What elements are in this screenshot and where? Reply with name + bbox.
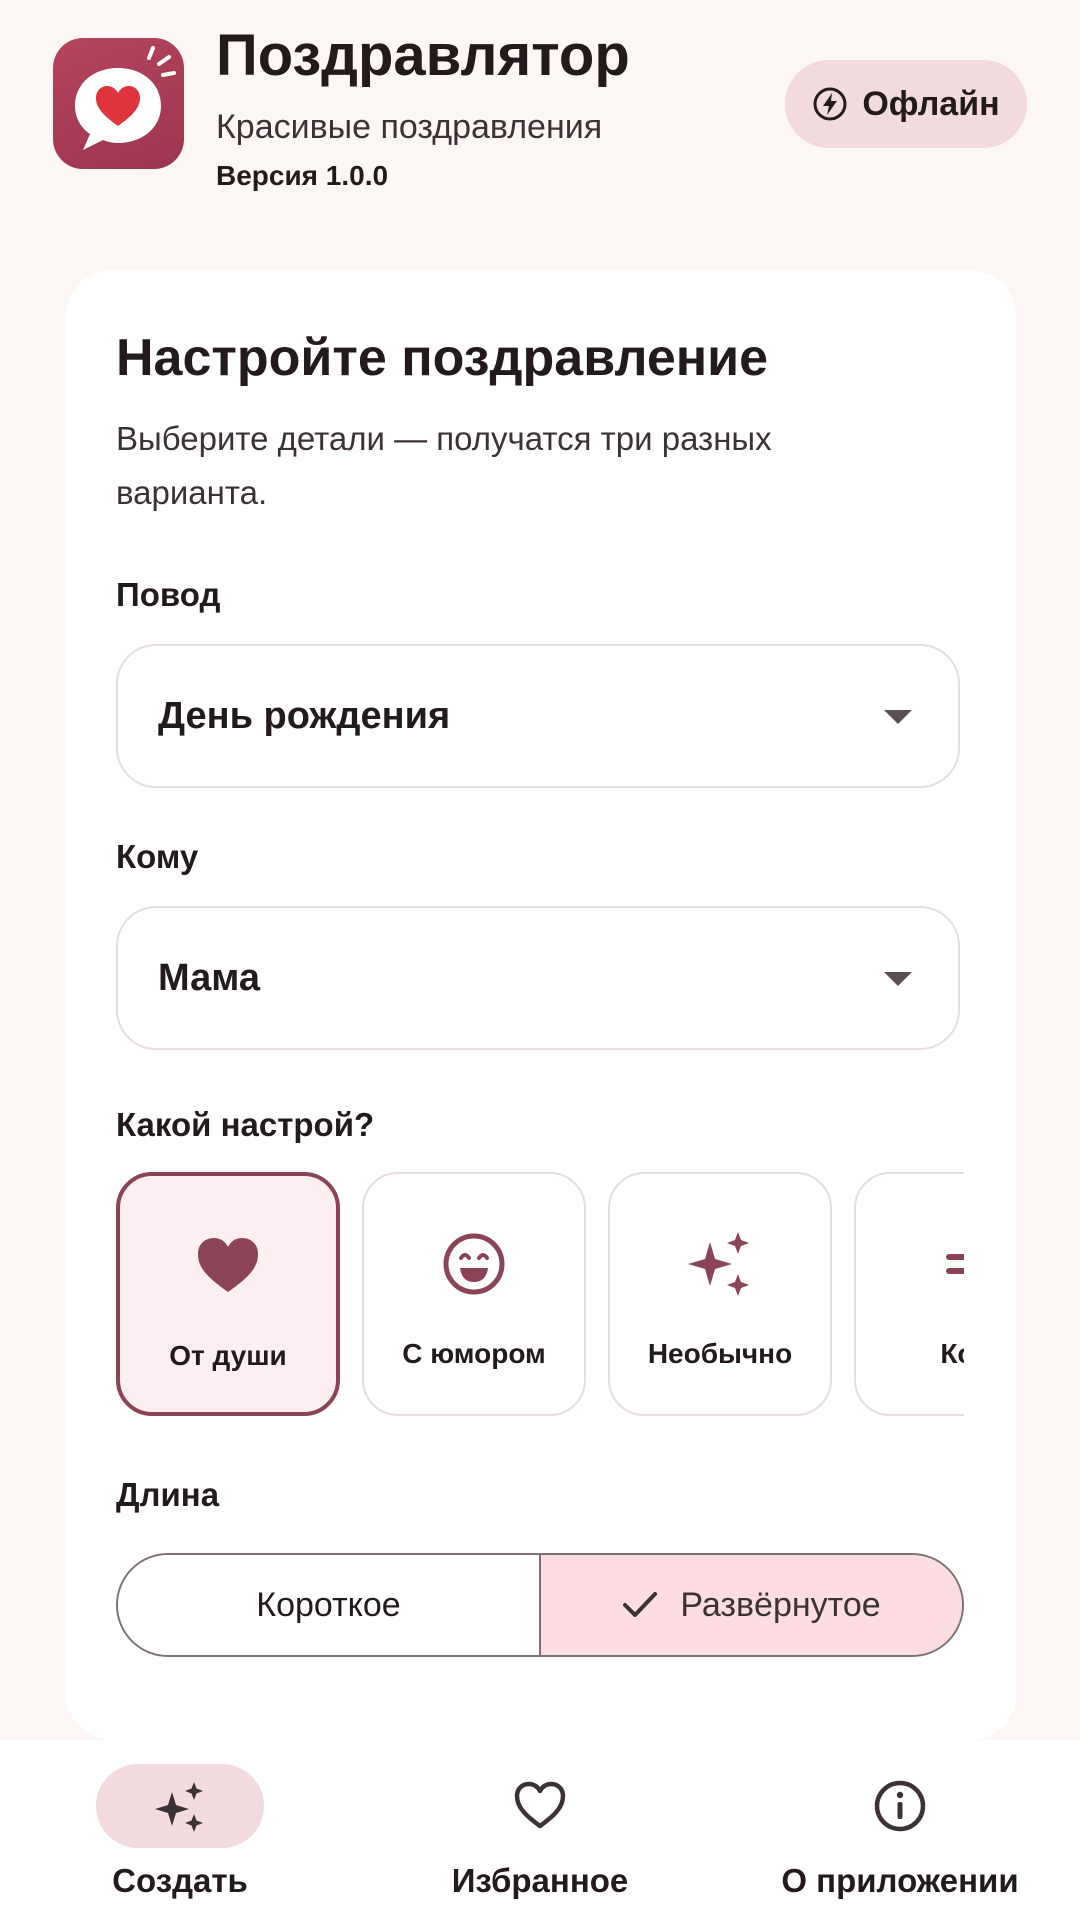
mood-option-humor[interactable]: С юмором [362, 1172, 586, 1416]
dropdown-arrow-icon [884, 710, 912, 724]
occasion-label: Повод [116, 576, 221, 613]
bolt-circle-icon [813, 87, 847, 121]
sparkles-icon [688, 1232, 749, 1296]
length-option-label: Короткое [256, 1585, 401, 1624]
mood-option-label: Кор [940, 1338, 964, 1369]
recipient-value: Мама [158, 957, 260, 999]
mood-scroller[interactable]: От души С юмором Необычно К [116, 1172, 964, 1420]
mood-option-unusual[interactable]: Необычно [608, 1172, 832, 1416]
mood-label: Какой настрой? [116, 1106, 375, 1143]
app-title: Поздравлятор [216, 23, 630, 88]
short-text-icon [946, 1254, 964, 1274]
recipient-label: Кому [116, 838, 199, 875]
smile-icon [443, 1233, 505, 1295]
app-version: Версия 1.0.0 [216, 160, 389, 191]
heart-speech-bubble-icon [53, 38, 184, 169]
nav-label: О приложении [781, 1862, 1019, 1899]
card-title: Настройте поздравление [116, 329, 769, 387]
length-option-short[interactable]: Короткое [118, 1555, 539, 1655]
occasion-value: День рождения [158, 695, 451, 737]
length-label: Длина [116, 1476, 220, 1513]
length-option-label: Развёрнутое [680, 1585, 881, 1624]
offline-label: Офлайн [862, 84, 1000, 123]
recipient-select[interactable]: Мама [116, 906, 960, 1050]
mood-option-label: С юмором [402, 1338, 546, 1369]
greeting-settings-card: Настройте поздравление Выберите детали —… [66, 270, 1016, 1740]
heart-icon [198, 1238, 258, 1292]
offline-chip[interactable]: Офлайн [785, 60, 1027, 148]
nav-label: Создать [112, 1862, 248, 1899]
dropdown-arrow-icon [884, 972, 912, 986]
info-icon [874, 1780, 926, 1832]
length-option-long[interactable]: Развёрнутое [539, 1555, 962, 1655]
check-icon [623, 1592, 658, 1617]
occasion-select[interactable]: День рождения [116, 644, 960, 788]
mood-option-heartfelt[interactable]: От души [116, 1172, 340, 1416]
mood-option-short[interactable]: Кор [854, 1172, 964, 1416]
nav-item-favorites[interactable]: Избранное [360, 1740, 720, 1920]
app-header: Поздравлятор Красивые поздравления Верси… [0, 0, 1080, 240]
card-description: Выберите детали — получатся три разных в… [116, 420, 772, 511]
mood-option-label: Необычно [647, 1338, 793, 1369]
nav-item-create[interactable]: Создать [0, 1740, 360, 1920]
nav-item-about[interactable]: О приложении [720, 1740, 1080, 1920]
heart-outline-icon [514, 1781, 566, 1829]
mood-option-label: От души [169, 1340, 287, 1371]
bottom-navigation: Создать Избранное О приложении [0, 1740, 1080, 1920]
nav-label: Избранное [451, 1862, 629, 1899]
app-subtitle: Красивые поздравления [216, 108, 603, 146]
sparkles-icon [155, 1782, 203, 1832]
length-segmented-control: Короткое Развёрнутое [116, 1553, 964, 1657]
